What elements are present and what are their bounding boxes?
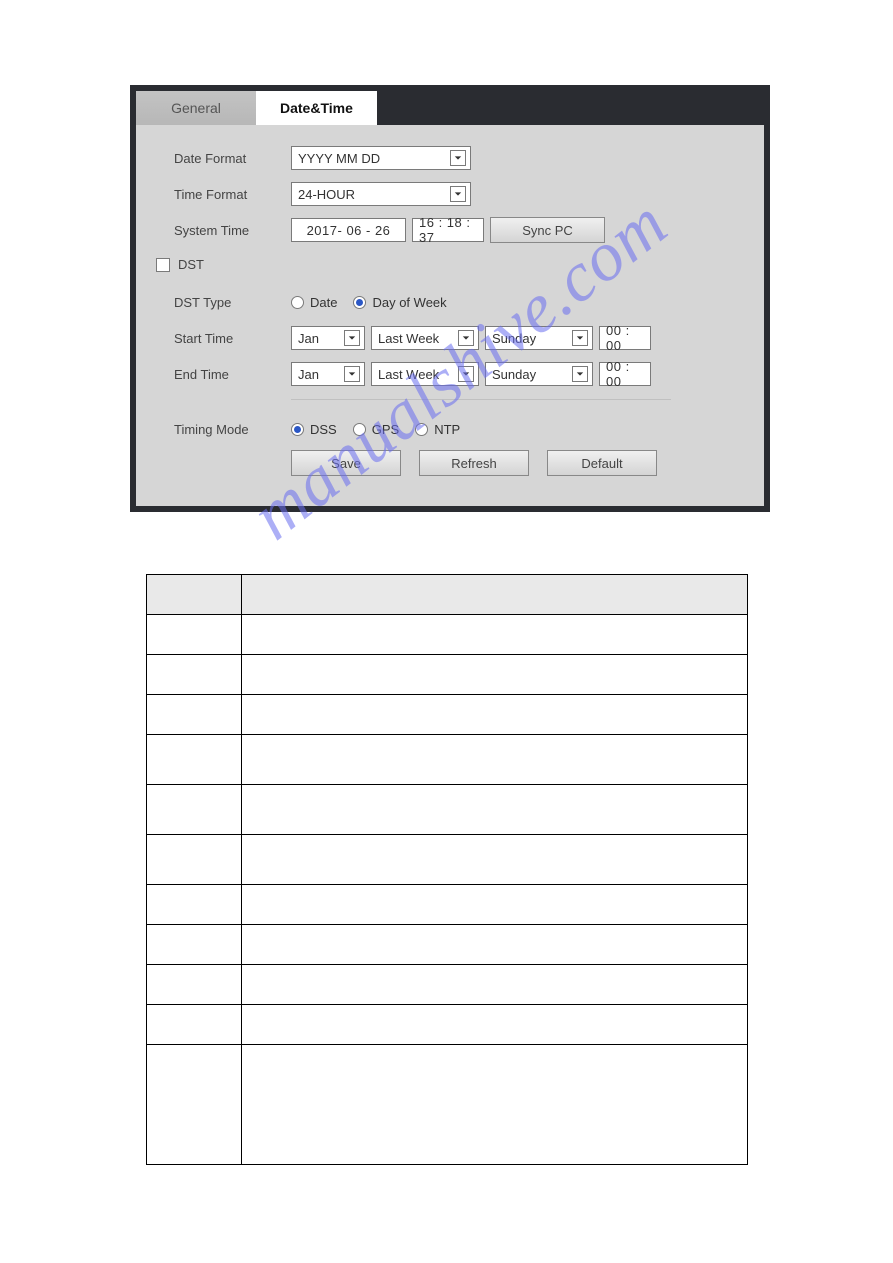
radio-dst-dow-label: Day of Week xyxy=(372,295,446,310)
table-header-cell xyxy=(147,575,242,615)
chevron-down-icon xyxy=(344,330,360,346)
table-row xyxy=(147,885,748,925)
chevron-down-icon xyxy=(344,366,360,382)
radio-dst-dow[interactable]: Day of Week xyxy=(353,295,446,310)
chevron-down-icon xyxy=(458,330,474,346)
chevron-down-icon xyxy=(450,186,466,202)
radio-timing-ntp[interactable]: NTP xyxy=(415,422,460,437)
radio-timing-dss-label: DSS xyxy=(310,422,337,437)
select-start-month[interactable]: Jan xyxy=(291,326,365,350)
radio-circle-icon xyxy=(353,296,366,309)
tab-general[interactable]: General xyxy=(136,91,256,125)
table-row xyxy=(147,735,748,785)
default-button[interactable]: Default xyxy=(547,450,657,476)
dst-row: DST xyxy=(156,257,291,275)
label-start-time: Start Time xyxy=(156,331,291,346)
radio-timing-dss[interactable]: DSS xyxy=(291,422,337,437)
input-system-date[interactable]: 2017- 06 - 26 xyxy=(291,218,406,242)
label-system-time: System Time xyxy=(156,223,291,238)
tab-bar: General Date&Time xyxy=(136,91,764,125)
table-row xyxy=(147,1005,748,1045)
table-row xyxy=(147,785,748,835)
select-time-format[interactable]: 24-HOUR xyxy=(291,182,471,206)
settings-window: General Date&Time Date Format YYYY MM DD… xyxy=(130,85,770,512)
table-row xyxy=(147,965,748,1005)
radio-circle-icon xyxy=(415,423,428,436)
select-date-format-value: YYYY MM DD xyxy=(298,151,380,166)
input-start-time[interactable]: 00 : 00 xyxy=(599,326,651,350)
input-end-time[interactable]: 00 : 00 xyxy=(599,362,651,386)
label-time-format: Time Format xyxy=(156,187,291,202)
separator xyxy=(291,399,671,400)
radio-dst-date-label: Date xyxy=(310,295,337,310)
select-start-month-value: Jan xyxy=(298,331,319,346)
radio-timing-gps[interactable]: GPS xyxy=(353,422,399,437)
table-row xyxy=(147,695,748,735)
table-header-cell xyxy=(242,575,748,615)
radio-circle-icon xyxy=(291,423,304,436)
label-timing-mode: Timing Mode xyxy=(156,422,291,437)
checkbox-box-icon xyxy=(156,258,170,272)
select-end-month-value: Jan xyxy=(298,367,319,382)
radio-timing-ntp-label: NTP xyxy=(434,422,460,437)
radio-timing-gps-label: GPS xyxy=(372,422,399,437)
select-end-week[interactable]: Last Week xyxy=(371,362,479,386)
chevron-down-icon xyxy=(458,366,474,382)
chevron-down-icon xyxy=(572,366,588,382)
select-end-month[interactable]: Jan xyxy=(291,362,365,386)
select-end-week-value: Last Week xyxy=(378,367,439,382)
tab-datetime[interactable]: Date&Time xyxy=(256,91,377,125)
table-row xyxy=(147,615,748,655)
chevron-down-icon xyxy=(572,330,588,346)
select-start-day[interactable]: Sunday xyxy=(485,326,593,350)
select-end-day-value: Sunday xyxy=(492,367,536,382)
label-dst-type: DST Type xyxy=(156,295,291,310)
refresh-button[interactable]: Refresh xyxy=(419,450,529,476)
radio-circle-icon xyxy=(353,423,366,436)
select-date-format[interactable]: YYYY MM DD xyxy=(291,146,471,170)
radio-dst-date[interactable]: Date xyxy=(291,295,337,310)
input-system-time[interactable]: 16 : 18 : 37 xyxy=(412,218,484,242)
table-row xyxy=(147,1045,748,1165)
radio-circle-icon xyxy=(291,296,304,309)
label-dst: DST xyxy=(178,257,204,272)
table-row xyxy=(147,925,748,965)
select-start-week-value: Last Week xyxy=(378,331,439,346)
label-date-format: Date Format xyxy=(156,151,291,166)
doc-table xyxy=(146,574,748,1165)
select-end-day[interactable]: Sunday xyxy=(485,362,593,386)
save-button[interactable]: Save xyxy=(291,450,401,476)
select-time-format-value: 24-HOUR xyxy=(298,187,355,202)
checkbox-dst[interactable]: DST xyxy=(156,257,204,272)
table-row xyxy=(147,835,748,885)
label-end-time: End Time xyxy=(156,367,291,382)
table-row xyxy=(147,655,748,695)
table-header-row xyxy=(147,575,748,615)
select-start-day-value: Sunday xyxy=(492,331,536,346)
panel-datetime: Date Format YYYY MM DD Time Format 24-HO… xyxy=(136,125,764,506)
chevron-down-icon xyxy=(450,150,466,166)
select-start-week[interactable]: Last Week xyxy=(371,326,479,350)
sync-pc-button[interactable]: Sync PC xyxy=(490,217,605,243)
